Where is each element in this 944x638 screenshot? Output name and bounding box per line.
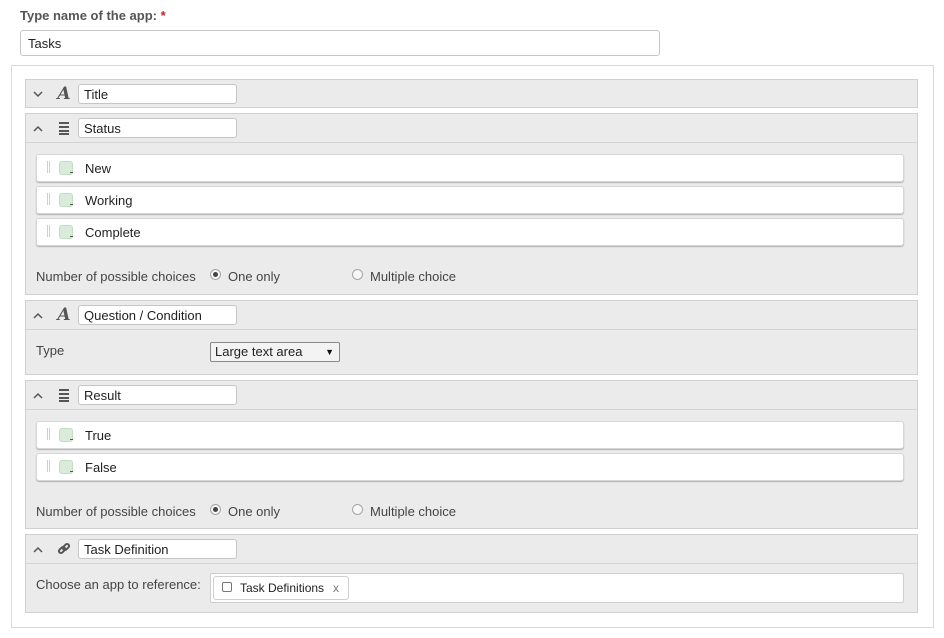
app-name-label-text: Type name of the app: <box>20 8 157 23</box>
chevron-up-icon[interactable] <box>32 122 44 134</box>
type-label: Type <box>36 343 65 358</box>
chevron-up-icon[interactable] <box>32 389 44 401</box>
required-mark: * <box>160 8 166 23</box>
list-item[interactable]: True <box>36 421 904 449</box>
swatch-caret-icon <box>70 439 73 440</box>
type-select-value: Large text area <box>215 344 303 359</box>
field-name-input[interactable] <box>78 118 237 138</box>
field-result: True False Number of possible choices On… <box>25 380 918 529</box>
field-status: New Working Complete Number of possible … <box>25 113 918 295</box>
radio-multiple-choice-label[interactable]: Multiple choice <box>370 504 456 519</box>
list-item[interactable]: Working <box>36 186 904 214</box>
text-icon: A <box>57 84 71 104</box>
option-label[interactable]: Complete <box>85 225 141 240</box>
app-name-label: Type name of the app: * <box>20 8 166 23</box>
option-label[interactable]: Working <box>85 193 132 208</box>
field-title: A <box>25 79 918 108</box>
list-item[interactable]: Complete <box>36 218 904 246</box>
radio-one-only-label[interactable]: One only <box>228 269 280 284</box>
reference-input[interactable]: Task Definitions x <box>210 573 904 603</box>
field-task-definition: Choose an app to reference: Task Definit… <box>25 534 918 613</box>
field-name-input[interactable] <box>78 84 237 104</box>
chevron-up-icon[interactable] <box>32 309 44 321</box>
radio-one-only[interactable] <box>210 269 221 280</box>
remove-chip-button[interactable]: x <box>333 581 339 595</box>
chevron-up-icon[interactable] <box>32 543 44 555</box>
list-item[interactable]: False <box>36 453 904 481</box>
swatch-caret-icon <box>70 172 73 173</box>
option-label[interactable]: True <box>85 428 111 443</box>
field-question: A Type Large text area ▼ <box>25 300 918 375</box>
option-label[interactable]: New <box>85 161 111 176</box>
drag-handle-icon[interactable] <box>47 460 50 472</box>
list-icon <box>56 387 72 403</box>
list-icon <box>56 120 72 136</box>
app-icon <box>222 582 232 592</box>
radio-multiple-choice[interactable] <box>352 504 363 515</box>
swatch-caret-icon <box>70 204 73 205</box>
drag-handle-icon[interactable] <box>47 193 50 205</box>
text-icon: A <box>57 305 71 325</box>
app-name-input[interactable] <box>20 30 660 56</box>
drag-handle-icon[interactable] <box>47 428 50 440</box>
field-name-input[interactable] <box>78 305 237 325</box>
radio-multiple-choice-label[interactable]: Multiple choice <box>370 269 456 284</box>
list-item[interactable]: New <box>36 154 904 182</box>
radio-one-only[interactable] <box>210 504 221 515</box>
field-name-input[interactable] <box>78 385 237 405</box>
reference-chip-label: Task Definitions <box>240 581 325 595</box>
option-label[interactable]: False <box>85 460 117 475</box>
swatch-caret-icon <box>70 236 73 237</box>
field-name-input[interactable] <box>78 539 237 559</box>
type-select[interactable]: Large text area ▼ <box>210 342 340 362</box>
link-icon <box>56 541 72 557</box>
choices-label: Number of possible choices <box>36 504 196 519</box>
chevron-down-icon[interactable] <box>32 88 44 100</box>
drag-handle-icon[interactable] <box>47 225 50 237</box>
swatch-caret-icon <box>70 471 73 472</box>
reference-chip[interactable]: Task Definitions x <box>213 576 349 600</box>
drag-handle-icon[interactable] <box>47 161 50 173</box>
dropdown-arrow-icon: ▼ <box>325 347 334 357</box>
reference-label: Choose an app to reference: <box>36 577 201 592</box>
radio-one-only-label[interactable]: One only <box>228 504 280 519</box>
choices-label: Number of possible choices <box>36 269 196 284</box>
radio-multiple-choice[interactable] <box>352 269 363 280</box>
